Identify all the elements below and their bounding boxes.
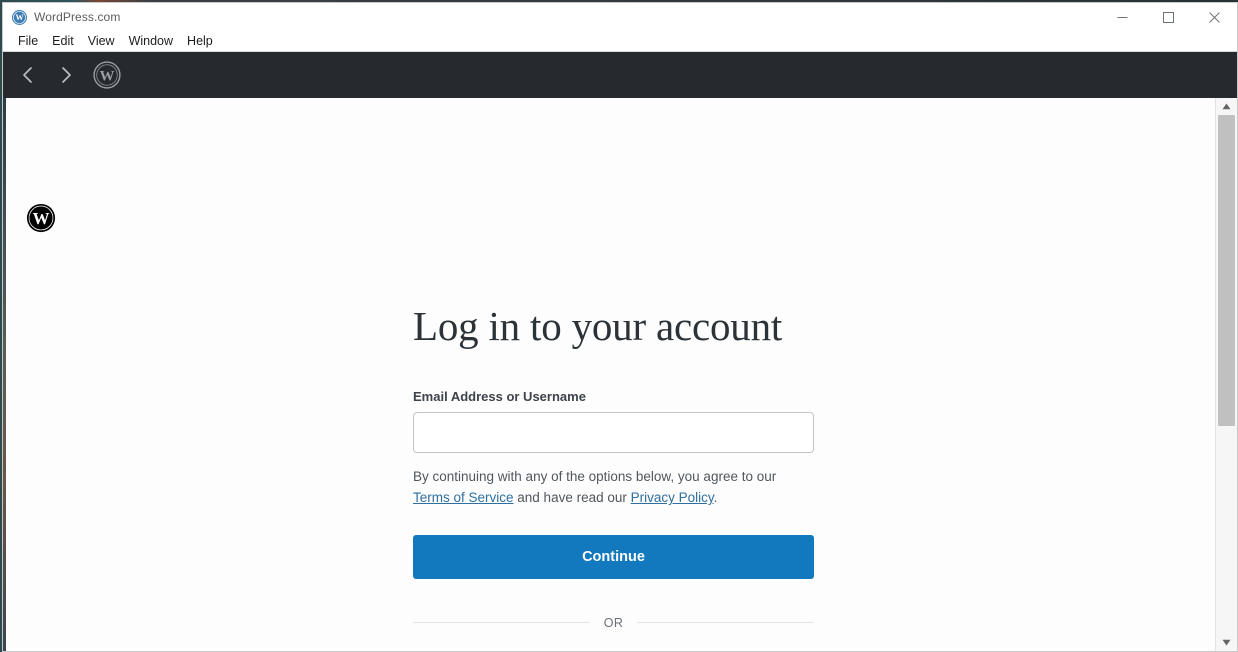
menu-item-help[interactable]: Help — [180, 32, 220, 50]
minimize-button[interactable] — [1099, 3, 1145, 31]
vertical-scrollbar[interactable] — [1215, 98, 1237, 651]
page-title: Log in to your account — [413, 303, 783, 349]
wordpress-favicon-icon: W — [12, 9, 27, 25]
scroll-up-arrow-icon[interactable] — [1216, 98, 1237, 115]
scrollbar-thumb[interactable] — [1218, 115, 1235, 427]
chevron-left-icon — [23, 67, 32, 83]
continue-button[interactable]: Continue — [413, 534, 814, 579]
login-card: Log in to your account Email Address or … — [413, 98, 814, 651]
menu-item-edit[interactable]: Edit — [45, 32, 81, 50]
or-divider-line-right — [637, 622, 814, 624]
titlebar-left-group: W WordPress.com — [3, 9, 121, 25]
email-field-label: Email Address or Username — [413, 389, 586, 405]
chevron-right-icon — [62, 67, 71, 83]
or-divider-line-left — [413, 622, 590, 624]
back-button[interactable] — [11, 58, 45, 92]
application-window: W WordPress.com File Edit View Window He… — [2, 2, 1238, 652]
privacy-policy-link[interactable]: Privacy Policy — [631, 490, 714, 505]
browser-viewport: W Log in to your account Email Address o… — [3, 98, 1237, 651]
maximize-button[interactable] — [1145, 3, 1191, 31]
terms-middle-text: and have read our — [513, 490, 631, 506]
close-button[interactable] — [1191, 3, 1237, 31]
scrollbar-track[interactable] — [1216, 115, 1237, 634]
page-left-edge-sliver — [3, 98, 6, 651]
or-divider: OR — [413, 616, 814, 630]
terms-prefix-text: By continuing with any of the options be… — [413, 469, 777, 485]
scroll-down-arrow-icon[interactable] — [1216, 634, 1237, 651]
svg-text:W: W — [15, 13, 23, 22]
svg-text:W: W — [100, 68, 115, 84]
menubar: File Edit View Window Help — [3, 31, 1237, 52]
forward-button[interactable] — [49, 58, 83, 92]
wordpress-logo-icon-page[interactable]: W — [26, 203, 56, 233]
terms-suffix-text: . — [713, 490, 718, 506]
wordpress-logo-icon-chrome[interactable]: W — [93, 61, 121, 89]
menu-item-view[interactable]: View — [81, 32, 122, 50]
terms-of-service-link[interactable]: Terms of Service — [413, 490, 514, 505]
or-divider-label: OR — [603, 615, 624, 630]
menu-item-file[interactable]: File — [11, 32, 45, 50]
terms-disclaimer: By continuing with any of the options be… — [413, 467, 805, 509]
menu-item-window[interactable]: Window — [122, 32, 180, 50]
browser-chrome-bar: W — [3, 52, 1237, 98]
svg-text:W: W — [33, 209, 50, 228]
window-titlebar: W WordPress.com — [3, 3, 1237, 31]
window-controls-group — [1099, 3, 1237, 31]
window-title: WordPress.com — [34, 10, 121, 24]
email-input[interactable] — [413, 412, 814, 454]
page-content-area: W Log in to your account Email Address o… — [3, 98, 1215, 651]
